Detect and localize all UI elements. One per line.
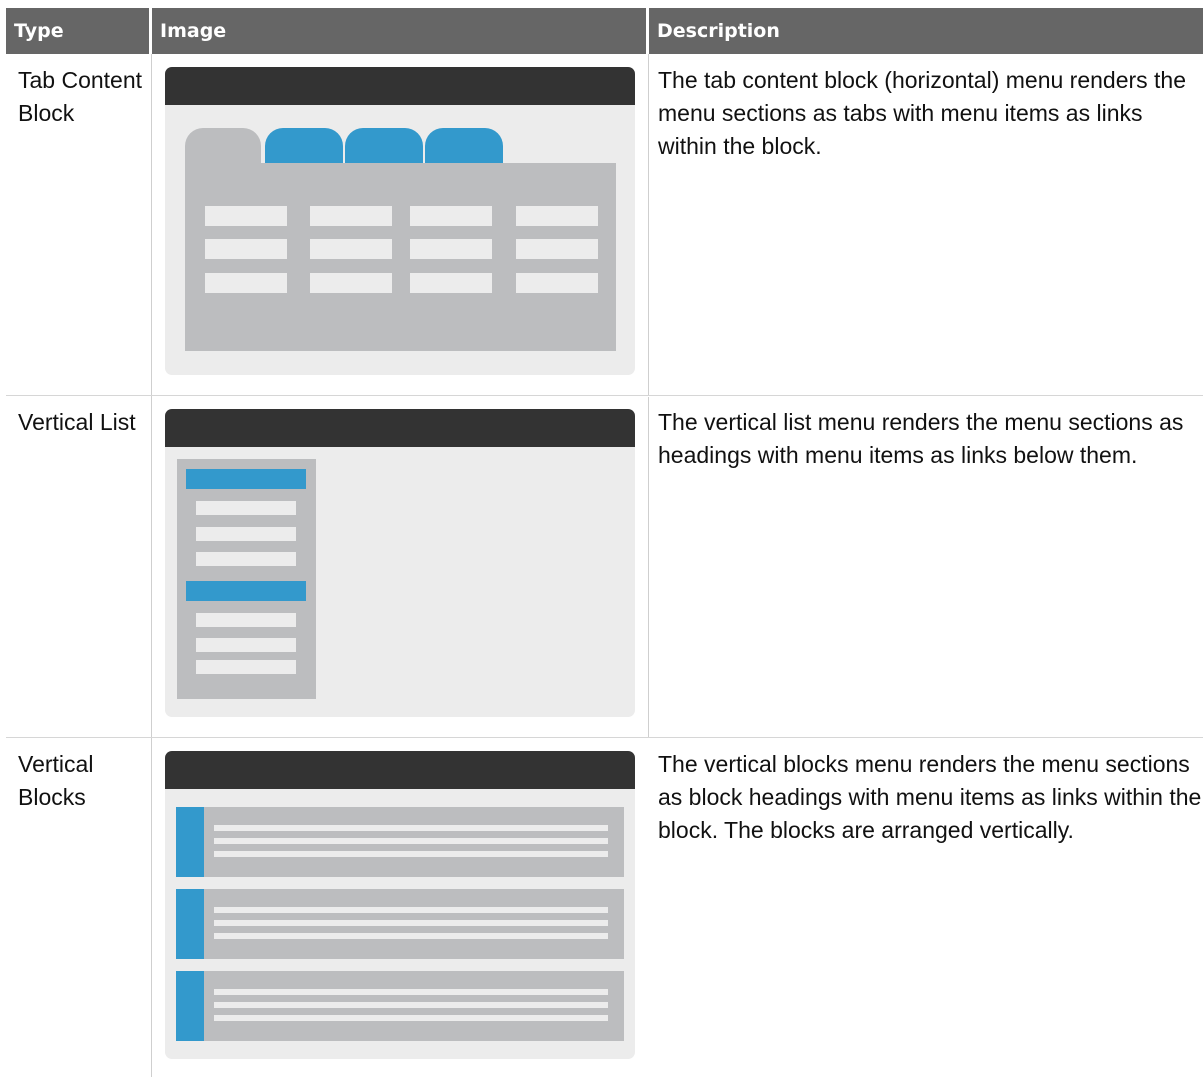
diagram-title-bar <box>165 409 635 447</box>
diagram-block-heading <box>176 807 204 877</box>
diagram-sidebar <box>177 459 316 699</box>
header-image-label: Image <box>160 20 227 42</box>
diagram-title-bar <box>165 751 635 789</box>
diagram-tab <box>345 128 423 164</box>
header-description-label: Description <box>657 20 780 42</box>
diagram-link <box>196 527 296 541</box>
vertical-list-diagram <box>165 409 635 717</box>
diagram-link <box>196 501 296 515</box>
diagram-link <box>214 838 608 844</box>
diagram-link <box>196 613 296 627</box>
diagram-section-heading <box>186 581 306 601</box>
diagram-block <box>176 971 624 1041</box>
diagram-link <box>214 825 608 831</box>
diagram-link <box>214 851 608 857</box>
diagram-link <box>196 660 296 674</box>
column-divider <box>648 54 649 395</box>
diagram-active-tab <box>185 128 261 164</box>
diagram-tab <box>425 128 503 164</box>
header-description: Description <box>649 8 1203 54</box>
row-type-vertical-list: Vertical List <box>18 409 136 435</box>
diagram-tab <box>265 128 343 164</box>
diagram-link <box>214 933 608 939</box>
diagram-link <box>205 206 287 226</box>
header-type-label: Type <box>14 20 64 42</box>
diagram-link <box>410 239 492 259</box>
diagram-link <box>516 239 598 259</box>
diagram-title-bar <box>165 67 635 105</box>
diagram-link <box>214 907 608 913</box>
diagram-link <box>310 239 392 259</box>
diagram-link <box>310 206 392 226</box>
diagram-link <box>214 1002 608 1008</box>
diagram-section-heading <box>186 469 306 489</box>
diagram-block <box>176 807 624 877</box>
row-divider <box>6 395 1203 396</box>
diagram-block-heading <box>176 971 204 1041</box>
diagram-link <box>214 1015 608 1021</box>
menu-types-table: Type Image Description Tab Content Block… <box>0 0 1203 1077</box>
diagram-link <box>205 239 287 259</box>
column-divider <box>648 397 649 737</box>
row-description-vertical-blocks: The vertical blocks menu renders the men… <box>658 751 1202 843</box>
tab-content-block-diagram <box>165 67 635 375</box>
diagram-link <box>205 273 287 293</box>
row-divider <box>6 737 1203 738</box>
row-description-vertical-list: The vertical list menu renders the menu … <box>658 409 1184 468</box>
diagram-block-heading <box>176 889 204 959</box>
diagram-link <box>516 273 598 293</box>
diagram-link <box>516 206 598 226</box>
diagram-link <box>214 989 608 995</box>
diagram-link <box>410 273 492 293</box>
diagram-link <box>196 552 296 566</box>
vertical-blocks-diagram <box>165 751 635 1059</box>
header-type: Type <box>6 8 149 54</box>
diagram-link <box>410 206 492 226</box>
diagram-link <box>196 638 296 652</box>
diagram-link <box>310 273 392 293</box>
diagram-link <box>214 920 608 926</box>
row-type-vertical-blocks: Vertical Blocks <box>18 751 94 810</box>
diagram-block <box>176 889 624 959</box>
header-image: Image <box>152 8 646 54</box>
row-description-tab-content-block: The tab content block (horizontal) menu … <box>658 67 1187 159</box>
row-type-tab-content-block: Tab Content Block <box>18 67 143 126</box>
column-divider <box>151 54 152 1077</box>
diagram-tab-panel <box>185 163 616 351</box>
